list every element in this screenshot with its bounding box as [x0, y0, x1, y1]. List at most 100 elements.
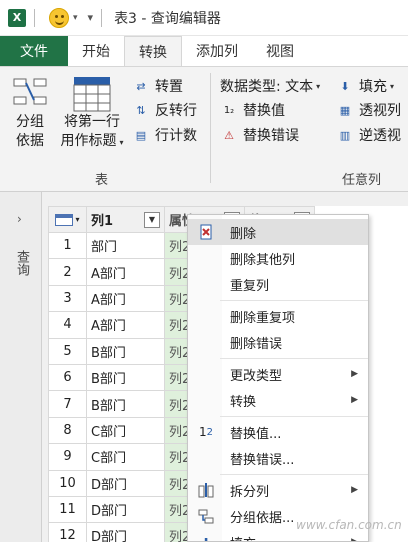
excel-app-icon[interactable]: X — [8, 8, 26, 27]
menu-separator — [220, 300, 368, 301]
cell[interactable]: C部门 — [86, 443, 165, 471]
replace-values-button[interactable]: 1₂ 替换值 — [220, 99, 285, 121]
row-number: 11 — [48, 495, 87, 524]
table-menu-button[interactable]: ▾ — [48, 206, 87, 233]
cell[interactable]: 部门 — [86, 231, 165, 260]
menu-item-remove-duplicates[interactable]: 删除重复项 — [188, 303, 368, 329]
reverse-rows-icon: ⇅ — [136, 103, 146, 117]
feedback-dropdown-icon[interactable]: ▾ — [73, 13, 78, 23]
cell[interactable]: B部门 — [86, 390, 165, 418]
filter-dropdown-icon[interactable]: ▼ — [144, 211, 160, 228]
row-number: 4 — [48, 311, 87, 339]
cell[interactable]: D部门 — [86, 495, 165, 524]
count-rows-button[interactable]: ▤ 行计数 — [132, 124, 197, 146]
queries-pane-label: 查询 — [14, 250, 29, 276]
menu-separator — [220, 474, 368, 475]
count-rows-icon: ▤ — [135, 128, 147, 142]
group-by-label-2: 依据 — [16, 133, 44, 149]
cell[interactable]: A部门 — [86, 284, 165, 313]
row-number: 12 — [48, 522, 87, 542]
menu-item-delete[interactable]: 删除 — [188, 219, 368, 245]
group-by-button[interactable]: 分组 依据 — [6, 75, 54, 151]
row-number: 8 — [48, 416, 87, 445]
row-number: 2 — [48, 258, 87, 286]
table-menu-arrow-icon: ▾ — [75, 215, 80, 224]
tab-home[interactable]: 开始 — [68, 36, 124, 66]
cell[interactable]: A部门 — [86, 311, 165, 339]
cell[interactable]: D部门 — [86, 469, 165, 497]
replace-errors-icon: ⚠ — [224, 128, 234, 142]
tab-file[interactable]: 文件 — [0, 36, 68, 66]
smiley-feedback-icon[interactable] — [49, 7, 69, 28]
group-by-icon — [13, 78, 47, 105]
menu-item-change-type[interactable]: 更改类型 ▶ — [188, 361, 368, 387]
replace-values-icon: 1₂ — [223, 104, 235, 116]
menu-item-delete-other-columns[interactable]: 删除其他列 — [188, 245, 368, 271]
menu-item-split-column[interactable]: 拆分列 ▶ — [188, 477, 368, 503]
expand-queries-chevron-icon[interactable]: › — [17, 212, 22, 226]
column-header-col1[interactable]: 列1 ▼ — [86, 206, 165, 233]
transpose-icon: ⇄ — [136, 79, 146, 93]
unpivot-columns-button[interactable]: ▥ 逆透视 — [336, 124, 401, 146]
row-number: 5 — [48, 337, 87, 365]
first-row-label-2: 用作标题 ▾ — [60, 133, 124, 149]
replace-errors-button[interactable]: ⚠ 替换错误 — [220, 124, 299, 146]
fill-icon: ⬇ — [201, 535, 211, 542]
fill-down-icon: ⬇ — [340, 79, 350, 93]
table-header-icon — [73, 77, 111, 112]
cell[interactable]: B部门 — [86, 337, 165, 365]
first-row-label-1: 将第一行 — [64, 114, 120, 130]
title-bar: X ▾ ▾ 表3 - 查询编辑器 — [0, 0, 408, 36]
row-number: 6 — [48, 363, 87, 392]
group-by-label-1: 分组 — [16, 114, 44, 130]
column-context-menu: 删除 删除其他列 重复列 删除重复项 删除错误 更改类型 ▶ 转换 ▶ 12 替… — [187, 214, 369, 542]
table-icon — [55, 213, 74, 226]
group-label-any-column: 任意列 — [342, 173, 382, 188]
cell[interactable]: C部门 — [86, 416, 165, 445]
row-number: 7 — [48, 390, 87, 418]
ribbon-tabs: 文件 开始 转换 添加列 视图 — [0, 36, 408, 66]
row-number: 10 — [48, 469, 87, 497]
menu-separator — [220, 416, 368, 417]
ribbon-group-divider — [210, 73, 211, 183]
data-type-dropdown[interactable]: 数据类型: 文本 ▾ — [220, 75, 320, 97]
tab-add-column[interactable]: 添加列 — [182, 36, 252, 66]
menu-item-duplicate-column[interactable]: 重复列 — [188, 271, 368, 297]
submenu-arrow-icon: ▶ — [351, 537, 358, 542]
ribbon: 分组 依据 将第一行 用作标题 ▾ ⇄ 转置 ⇅ 反转行 ▤ 行计数 数据类型: 文本 ▾… — [0, 66, 408, 192]
tab-transform[interactable]: 转换 — [124, 36, 182, 66]
submenu-arrow-icon: ▶ — [351, 485, 358, 495]
cell[interactable]: A部门 — [86, 258, 165, 286]
menu-item-transform[interactable]: 转换 ▶ — [188, 387, 368, 413]
window-title: 表3 - 查询编辑器 — [114, 10, 221, 27]
delete-column-icon — [196, 223, 216, 241]
reverse-rows-button[interactable]: ⇅ 反转行 — [132, 99, 197, 121]
queries-pane: › 查询 — [0, 192, 42, 542]
menu-item-replace-errors[interactable]: 替换错误... — [188, 445, 368, 471]
menu-item-replace-values[interactable]: 12 替换值... — [188, 419, 368, 445]
cell[interactable]: D部门 — [86, 522, 165, 542]
replace-values-icon: 12 — [198, 425, 213, 439]
watermark: www.cfan.com.cn — [296, 518, 402, 532]
quick-access-customize-icon[interactable]: ▾ — [88, 11, 94, 24]
transpose-button[interactable]: ⇄ 转置 — [132, 75, 183, 97]
pivot-column-icon: ▦ — [339, 103, 351, 117]
fill-button[interactable]: ⬇ 填充 ▾ — [336, 75, 394, 97]
row-number: 9 — [48, 443, 87, 471]
group-by-icon — [196, 507, 216, 525]
title-divider — [34, 8, 35, 27]
menu-item-remove-errors[interactable]: 删除错误 — [188, 329, 368, 355]
title-divider-2 — [101, 8, 103, 27]
submenu-arrow-icon: ▶ — [351, 369, 358, 379]
row-number: 1 — [48, 231, 87, 260]
split-column-icon — [196, 481, 216, 499]
unpivot-icon: ▥ — [339, 128, 351, 142]
menu-separator — [220, 358, 368, 359]
group-label-table: 表 — [95, 173, 109, 188]
pivot-column-button[interactable]: ▦ 透视列 — [336, 99, 401, 121]
tab-view[interactable]: 视图 — [252, 36, 308, 66]
cell[interactable]: B部门 — [86, 363, 165, 392]
submenu-arrow-icon: ▶ — [351, 395, 358, 405]
use-first-row-as-headers-button[interactable]: 将第一行 用作标题 ▾ — [56, 75, 128, 152]
row-number: 3 — [48, 284, 87, 313]
